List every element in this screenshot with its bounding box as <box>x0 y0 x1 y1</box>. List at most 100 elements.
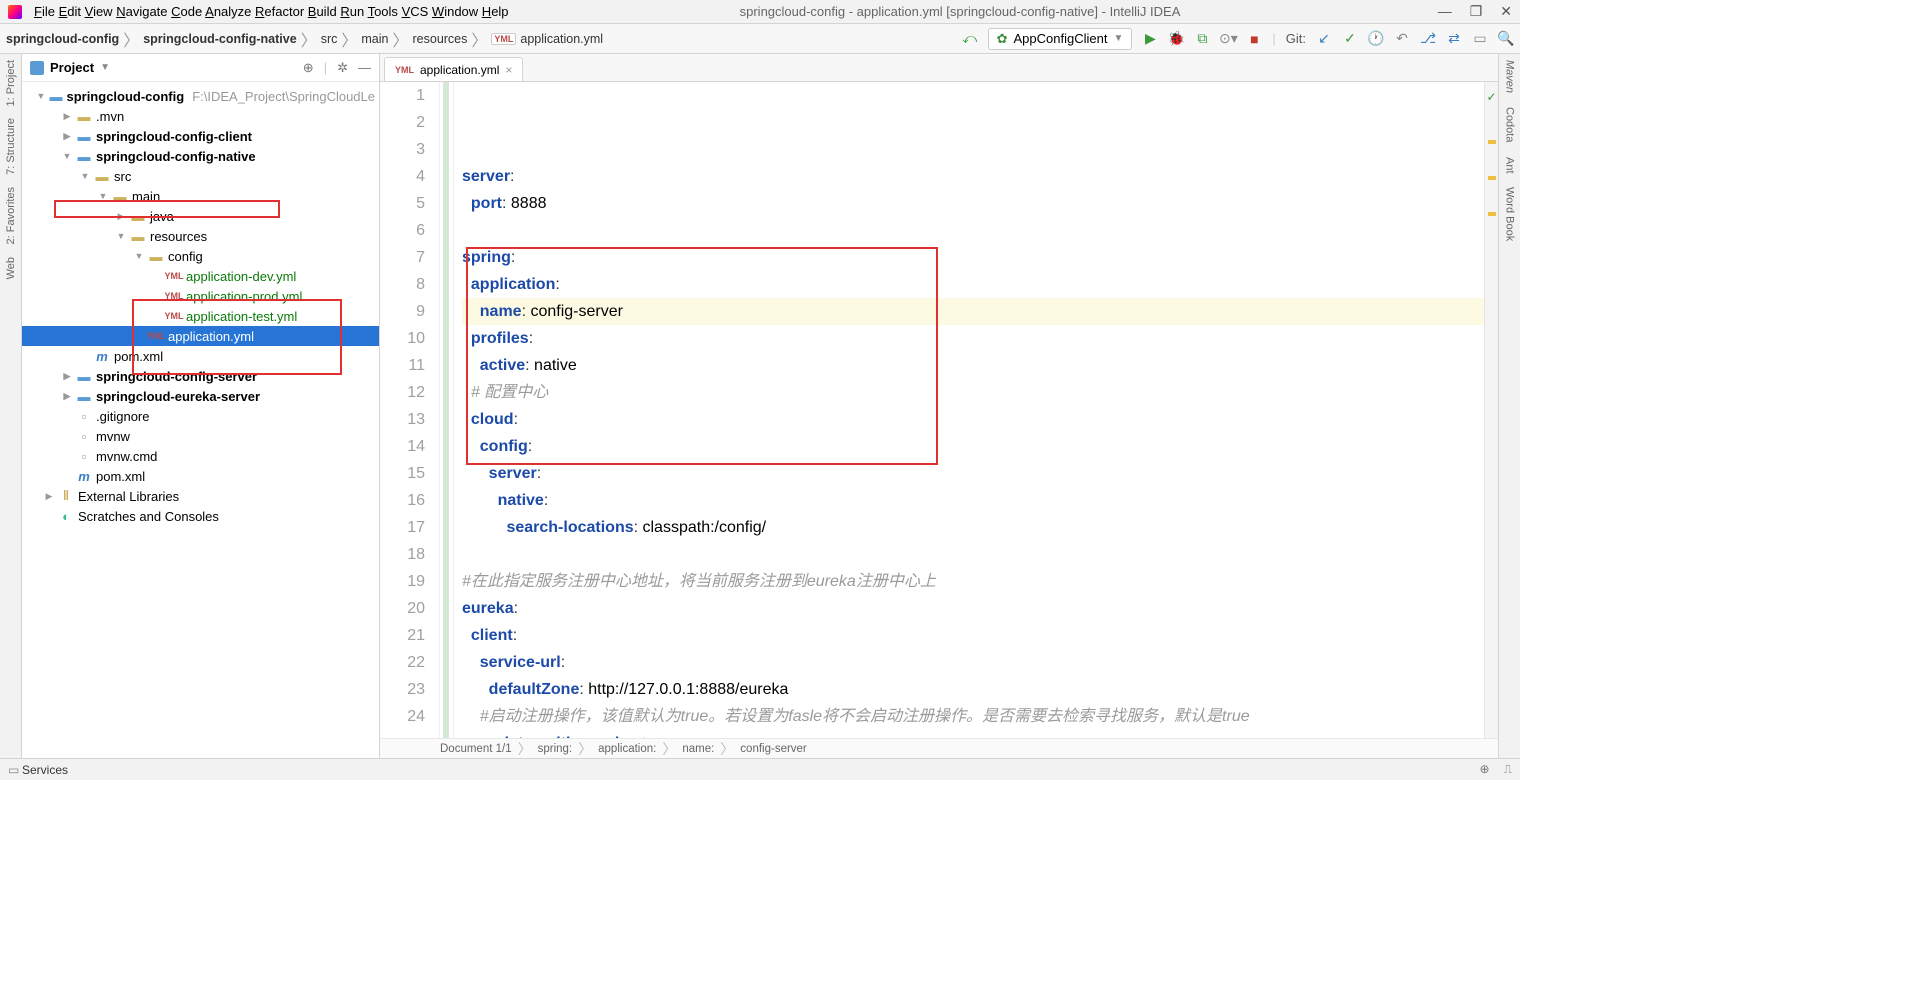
tree-twisty-icon[interactable]: ▶ <box>44 491 54 502</box>
code-line[interactable]: spring: <box>462 244 1484 271</box>
tree-item[interactable]: ▶▬.mvn <box>22 106 379 126</box>
code-line[interactable]: native: <box>462 487 1484 514</box>
services-label[interactable]: Services <box>22 763 68 777</box>
menu-view[interactable]: View <box>85 4 113 19</box>
tree-item[interactable]: ▶▬java <box>22 206 379 226</box>
code-area[interactable]: 123456789101112131415161718192021222324 … <box>380 82 1498 738</box>
tree-twisty-icon[interactable]: ▼ <box>116 231 126 241</box>
menu-build[interactable]: Build <box>308 4 337 19</box>
tool-window-icon[interactable]: ▭ <box>8 763 22 777</box>
git-pull-icon[interactable]: ↙ <box>1316 31 1332 47</box>
tree-item[interactable]: ◐Scratches and Consoles <box>22 506 379 526</box>
maximize-icon[interactable]: ❐ <box>1470 3 1483 20</box>
editor-breadcrumb-item[interactable]: name: <box>682 743 714 755</box>
tree-item[interactable]: ▼▬main <box>22 186 379 206</box>
coverage-icon[interactable]: ⧉ <box>1194 31 1210 47</box>
run-icon[interactable]: ▶ <box>1142 31 1158 47</box>
translate-icon[interactable]: ⇄ <box>1446 31 1462 47</box>
rail-ant[interactable]: Ant <box>1504 157 1516 174</box>
tree-item[interactable]: ▼▬springcloud-configF:\IDEA_Project\Spri… <box>22 86 379 106</box>
menu-analyze[interactable]: Analyze <box>205 4 251 19</box>
menu-vcs[interactable]: VCS <box>402 4 429 19</box>
tree-item[interactable]: ▶▬springcloud-eureka-server <box>22 386 379 406</box>
build-icon[interactable]: ⤺ <box>962 31 978 47</box>
tree-item[interactable]: ▼▬resources <box>22 226 379 246</box>
layout-icon[interactable]: ▭ <box>1472 31 1488 47</box>
code-line[interactable]: application: <box>462 271 1484 298</box>
debug-icon[interactable]: 🐞 <box>1168 31 1184 47</box>
menu-code[interactable]: Code <box>171 4 202 19</box>
dropdown-icon[interactable]: ▼ <box>100 62 110 73</box>
close-icon[interactable]: ✕ <box>1500 3 1512 20</box>
rail----structure[interactable]: 7: Structure <box>5 118 17 175</box>
rail-codota[interactable]: Codota <box>1504 107 1516 142</box>
menu-refactor[interactable]: Refactor <box>255 4 304 19</box>
code-line[interactable]: server: <box>462 460 1484 487</box>
menu-help[interactable]: Help <box>482 4 509 19</box>
breadcrumb-item[interactable]: main <box>361 32 388 46</box>
code-line[interactable]: register-with-eureka: true <box>462 730 1484 738</box>
tree-twisty-icon[interactable]: ▼ <box>98 191 108 201</box>
tree-twisty-icon[interactable]: ▶ <box>62 371 72 382</box>
editor-scrollbar[interactable]: ✓ <box>1484 82 1498 738</box>
tree-item[interactable]: YMLapplication-dev.yml <box>22 266 379 286</box>
status-icon[interactable]: ⊕ <box>1480 762 1490 777</box>
code-line[interactable]: server: <box>462 163 1484 190</box>
tree-item[interactable]: YMLapplication-prod.yml <box>22 286 379 306</box>
tree-item[interactable]: ▫.gitignore <box>22 406 379 426</box>
code-line[interactable]: #在此指定服务注册中心地址，将当前服务注册到eureka注册中心上 <box>462 568 1484 595</box>
tree-item[interactable]: ▼▬springcloud-config-native <box>22 146 379 166</box>
collapse-icon[interactable]: — <box>358 60 371 76</box>
tree-item[interactable]: mpom.xml <box>22 346 379 366</box>
breadcrumb-item[interactable]: springcloud-config <box>6 32 119 46</box>
warning-marker[interactable] <box>1488 176 1496 180</box>
close-tab-icon[interactable]: × <box>505 63 512 77</box>
code-line[interactable]: active: native <box>462 352 1484 379</box>
tree-item[interactable]: ▼▬src <box>22 166 379 186</box>
status-icon[interactable]: ⎍ <box>1504 762 1512 777</box>
tree-twisty-icon[interactable]: ▶ <box>62 391 72 402</box>
code-line[interactable]: search-locations: classpath:/config/ <box>462 514 1484 541</box>
menu-run[interactable]: Run <box>340 4 364 19</box>
menu-navigate[interactable]: Navigate <box>116 4 167 19</box>
code-line[interactable]: client: <box>462 622 1484 649</box>
tree-twisty-icon[interactable]: ▶ <box>116 211 126 222</box>
breadcrumb-item[interactable]: src <box>321 32 338 46</box>
tree-item[interactable]: mpom.xml <box>22 466 379 486</box>
code-line[interactable]: defaultZone: http://127.0.0.1:8888/eurek… <box>462 676 1484 703</box>
tree-twisty-icon[interactable]: ▶ <box>62 111 72 122</box>
tree-item[interactable]: ▼▬config <box>22 246 379 266</box>
menu-file[interactable]: File <box>34 4 55 19</box>
tree-twisty-icon[interactable]: ▼ <box>134 251 144 261</box>
tree-item[interactable]: ▶▬springcloud-config-server <box>22 366 379 386</box>
minimize-icon[interactable]: — <box>1438 3 1452 20</box>
rail----favorites[interactable]: 2: Favorites <box>5 187 17 244</box>
tree-twisty-icon[interactable]: ▼ <box>80 171 90 181</box>
editor-tab[interactable]: YML application.yml × <box>384 57 523 81</box>
code-line[interactable]: service-url: <box>462 649 1484 676</box>
git-branch-icon[interactable]: ⎇ <box>1420 31 1436 47</box>
warning-marker[interactable] <box>1488 140 1496 144</box>
editor-breadcrumb-item[interactable]: spring: <box>538 743 573 755</box>
git-revert-icon[interactable]: ↶ <box>1394 31 1410 47</box>
tree-item[interactable]: ▫mvnw <box>22 426 379 446</box>
tree-twisty-icon[interactable]: ▼ <box>62 151 72 161</box>
git-history-icon[interactable]: 🕐 <box>1368 31 1384 47</box>
tree-item[interactable]: ▶▬springcloud-config-client <box>22 126 379 146</box>
code-line[interactable]: profiles: <box>462 325 1484 352</box>
warning-marker[interactable] <box>1488 212 1496 216</box>
menu-tools[interactable]: Tools <box>368 4 398 19</box>
code-line[interactable]: eureka: <box>462 595 1484 622</box>
menu-edit[interactable]: Edit <box>59 4 81 19</box>
code-line[interactable] <box>462 217 1484 244</box>
run-config-combo[interactable]: ✿ AppConfigClient ▼ <box>988 28 1133 50</box>
profile-icon[interactable]: ⊙▾ <box>1220 31 1236 47</box>
breadcrumb-item[interactable]: resources <box>413 32 468 46</box>
code-line[interactable]: name: config-server <box>462 298 1484 325</box>
target-icon[interactable]: ⊕ <box>303 60 314 76</box>
tree-item[interactable]: YMLapplication-test.yml <box>22 306 379 326</box>
tree-item[interactable]: ▫mvnw.cmd <box>22 446 379 466</box>
editor-breadcrumb-item[interactable]: config-server <box>740 743 806 755</box>
editor-breadcrumb-item[interactable]: application: <box>598 743 656 755</box>
tree-item[interactable]: ▶⫴External Libraries <box>22 486 379 506</box>
